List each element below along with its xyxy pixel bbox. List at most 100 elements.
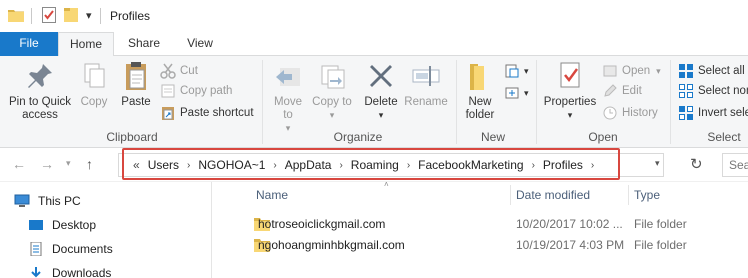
file-name: hotroseoiclickgmail.com xyxy=(258,217,386,231)
navigation-pane: This PC Desktop Documents Downloads xyxy=(0,182,212,278)
new-folder-button[interactable]: New folder xyxy=(460,60,500,122)
history-button[interactable]: History xyxy=(602,104,658,122)
pin-to-quick-access-button[interactable]: Pin to Quick access xyxy=(4,60,76,122)
paste-shortcut-icon xyxy=(160,105,176,121)
column-separator[interactable] xyxy=(510,185,511,205)
chevron-right-icon[interactable]: › xyxy=(591,160,594,171)
cut-label: Cut xyxy=(180,65,198,77)
delete-label: Delete xyxy=(364,96,398,108)
file-date: 10/20/2017 10:02 ... xyxy=(516,217,623,231)
recent-locations-chevron-icon[interactable]: ▾ xyxy=(66,158,71,169)
properties-label: Properties xyxy=(543,96,597,108)
copy-button[interactable]: Copy xyxy=(76,60,112,109)
title-bar: ▾ Profiles xyxy=(0,0,748,32)
organize-group-label: Organize xyxy=(333,130,383,144)
select-all-label: Select all xyxy=(698,65,745,77)
computer-icon xyxy=(14,194,30,208)
crumb-roaming[interactable]: Roaming xyxy=(351,158,399,172)
scissors-icon xyxy=(160,63,176,79)
copy-path-button[interactable]: Copy path xyxy=(160,82,232,100)
tab-view[interactable]: View xyxy=(176,32,224,56)
chevron-right-icon[interactable]: › xyxy=(407,160,410,171)
easy-access-button[interactable]: ▾ xyxy=(504,84,529,102)
copy-to-dropdown-icon: ▾ xyxy=(329,110,335,120)
invert-selection-label: Invert sele xyxy=(698,107,748,119)
address-bar[interactable]: « Users › NGOHOA~1 › AppData › Roaming ›… xyxy=(118,153,664,177)
paste-shortcut-label: Paste shortcut xyxy=(180,107,254,119)
open-button[interactable]: Open ▾ xyxy=(602,62,661,80)
new-folder-icon[interactable] xyxy=(64,8,78,22)
tab-home[interactable]: Home xyxy=(58,32,114,57)
delete-button[interactable]: Delete ▾ xyxy=(360,60,402,122)
crumb-users[interactable]: Users xyxy=(148,158,179,172)
chevron-right-icon[interactable]: › xyxy=(187,160,190,171)
open-label: Open xyxy=(622,65,651,77)
copy-to-button[interactable]: Copy to ▾ xyxy=(312,60,352,122)
select-all-icon xyxy=(678,63,694,79)
copy-to-label: Copy to xyxy=(312,96,352,108)
window-title: Profiles xyxy=(110,9,151,23)
new-item-dropdown-icon: ▾ xyxy=(524,65,529,76)
open-group-label: Open xyxy=(588,130,618,144)
move-to-button[interactable]: Move to ▾ xyxy=(268,60,308,135)
crumb-facebookmarketing[interactable]: FacebookMarketing xyxy=(418,158,523,172)
paste-button[interactable]: Paste xyxy=(116,60,156,109)
tab-share[interactable]: Share xyxy=(118,32,170,56)
column-header-date[interactable]: Date modified xyxy=(516,182,626,208)
refresh-icon[interactable]: ↻ xyxy=(690,155,703,173)
file-name: ngohoangminhbkgmail.com xyxy=(258,238,405,252)
tab-file[interactable]: File xyxy=(0,32,58,56)
overflow-crumb[interactable]: « xyxy=(133,158,140,172)
back-arrow-icon[interactable]: ← xyxy=(12,156,26,172)
nav-item-documents[interactable]: Documents xyxy=(28,242,113,256)
table-row[interactable]: hotroseoiclickgmail.com 10/20/2017 10:02… xyxy=(214,214,748,234)
rename-button[interactable]: Rename xyxy=(404,60,448,109)
address-dropdown-icon[interactable]: ▾ xyxy=(655,158,660,169)
separator xyxy=(100,8,101,24)
desktop-icon xyxy=(28,218,44,232)
file-list: ˄ Name Date modified Type hotroseoiclick… xyxy=(214,180,748,278)
group-separator xyxy=(670,60,671,144)
properties-button[interactable]: Properties ▾ xyxy=(540,60,600,122)
nav-item-label: Desktop xyxy=(52,218,97,232)
edit-button[interactable]: Edit xyxy=(602,82,642,100)
group-separator xyxy=(262,60,263,144)
forward-arrow-icon[interactable]: → xyxy=(40,156,54,172)
table-row[interactable]: ngohoangminhbkgmail.com 10/19/2017 4:03 … xyxy=(214,235,748,255)
cut-button[interactable]: Cut xyxy=(160,62,198,80)
crumb-profiles[interactable]: Profiles xyxy=(543,158,583,172)
column-header-name[interactable]: Name xyxy=(256,182,496,208)
nav-item-this-pc[interactable]: This PC xyxy=(14,194,81,208)
navigation-bar: ← → ▾ ↑ « Users › NGOHOA~1 › AppData › R… xyxy=(0,148,748,182)
paste-shortcut-button[interactable]: Paste shortcut xyxy=(160,104,254,122)
invert-selection-button[interactable]: Invert sele xyxy=(678,104,748,122)
select-all-button[interactable]: Select all xyxy=(678,62,745,80)
properties-icon[interactable] xyxy=(42,7,56,23)
history-icon xyxy=(602,105,618,121)
ribbon-tabs: File Home Share View xyxy=(0,32,748,57)
group-separator xyxy=(536,60,537,144)
invert-selection-icon xyxy=(678,105,694,121)
folder-icon[interactable] xyxy=(8,8,24,22)
search-input[interactable]: Sea xyxy=(722,153,748,177)
crumb-ngohoa[interactable]: NGOHOA~1 xyxy=(198,158,265,172)
up-arrow-icon[interactable]: ↑ xyxy=(86,156,93,172)
select-none-button[interactable]: Select non xyxy=(678,82,748,100)
column-separator[interactable] xyxy=(628,185,629,205)
chevron-right-icon[interactable]: › xyxy=(273,160,276,171)
crumb-appdata[interactable]: AppData xyxy=(285,158,332,172)
move-to-icon xyxy=(272,60,304,92)
select-group-label: Select xyxy=(707,130,741,144)
ribbon: Pin to Quick access Copy Paste Cut Copy … xyxy=(0,56,748,148)
nav-item-desktop[interactable]: Desktop xyxy=(28,218,96,232)
copy-to-icon xyxy=(316,60,348,92)
nav-item-downloads[interactable]: Downloads xyxy=(28,266,111,278)
select-none-label: Select non xyxy=(698,85,748,97)
chevron-right-icon[interactable]: › xyxy=(339,160,342,171)
nav-item-label: Documents xyxy=(52,242,113,256)
new-item-button[interactable]: ▾ xyxy=(504,62,529,80)
chevron-right-icon[interactable]: › xyxy=(532,160,535,171)
customize-quick-access-button[interactable]: ▾ xyxy=(86,9,92,22)
move-to-dropdown-icon: ▾ xyxy=(285,123,291,133)
column-header-type[interactable]: Type xyxy=(634,182,734,208)
